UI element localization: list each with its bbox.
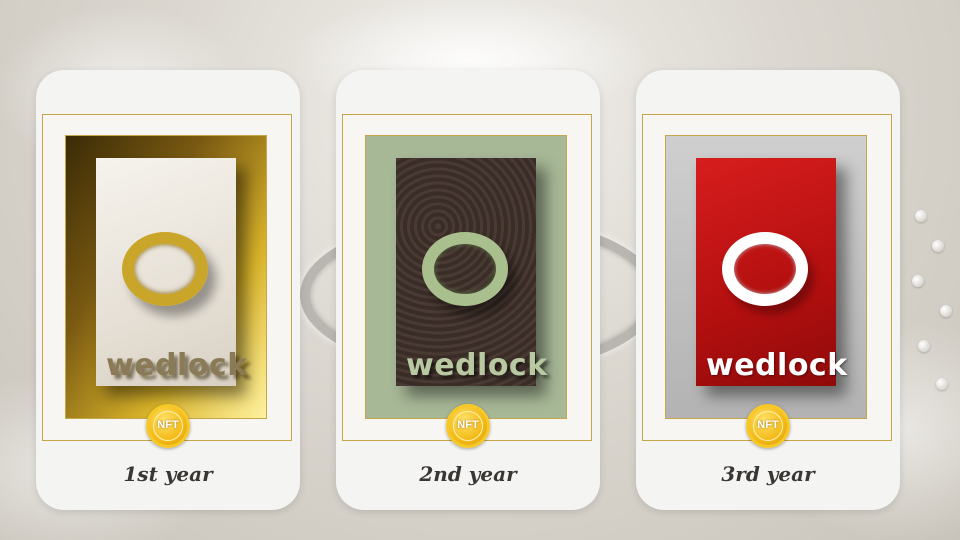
card-frame: wedlock [42,114,292,441]
nft-badge-label: NFT [757,419,779,431]
pearl-icon [915,210,927,222]
pearl-icon [912,275,924,287]
nft-badge-label: NFT [157,419,179,431]
ring-icon [122,232,208,306]
nft-card-year-3[interactable]: wedlock NFT 3rd year [636,70,900,510]
ring-icon [722,232,808,306]
card-caption: 2nd year [419,462,517,486]
wedlock-logo: wedlock [706,348,848,383]
nft-card-year-2[interactable]: wedlock NFT 2nd year [336,70,600,510]
nft-badge-label: NFT [457,419,479,431]
pearl-icon [936,378,948,390]
card-frame: wedlock [642,114,892,441]
pearl-icon [940,305,952,317]
card-frame: wedlock [342,114,592,441]
nft-artwork: wedlock [665,135,867,419]
nft-card-year-1[interactable]: wedlock NFT 1st year [36,70,300,510]
nft-artwork: wedlock [65,135,267,419]
nft-artwork: wedlock [365,135,567,419]
nft-coin-icon: NFT [146,404,190,448]
wedlock-logo: wedlock [106,348,248,383]
ring-icon [422,232,508,306]
nft-coin-icon: NFT [746,404,790,448]
wedlock-logo: wedlock [406,348,548,383]
pearl-icon [918,340,930,352]
nft-coin-icon: NFT [446,404,490,448]
card-caption: 3rd year [721,462,815,486]
pearl-icon [932,240,944,252]
card-caption: 1st year [123,462,213,486]
